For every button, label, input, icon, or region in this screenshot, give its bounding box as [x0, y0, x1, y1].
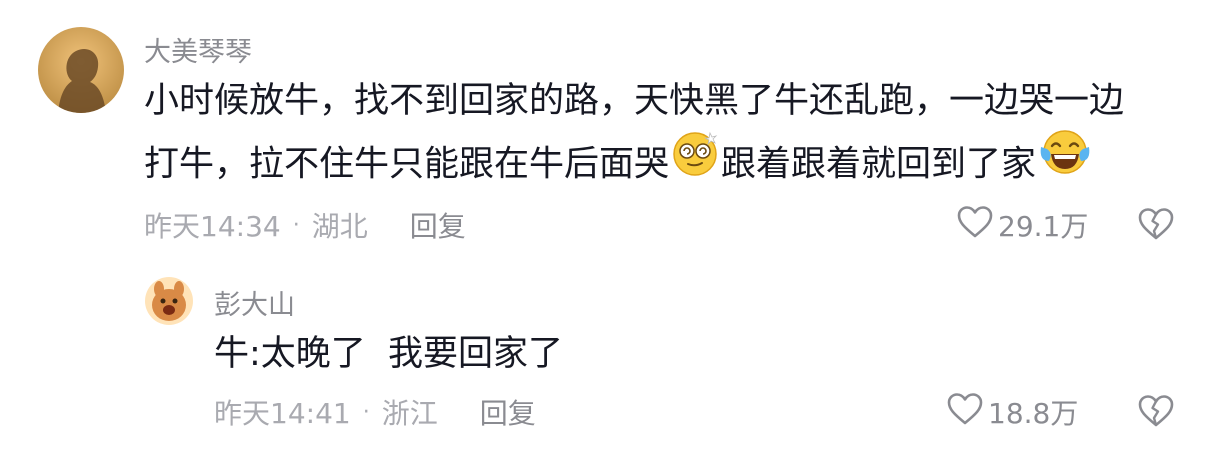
- reply-time: 昨天14:41: [214, 397, 351, 430]
- broken-heart-icon: [1137, 395, 1175, 432]
- reply-text-line: 牛:太晚了 我要回家了: [214, 334, 564, 374]
- comment-text-line: 小时候放牛，找不到回家的路，天快黑了牛还乱跑，一边哭一边: [144, 81, 1125, 121]
- meta-separator: ·: [362, 399, 370, 425]
- heart-icon: [956, 205, 998, 246]
- like-count: 18.8万: [988, 397, 1079, 430]
- tears-of-joy-icon: [1037, 127, 1093, 198]
- reply-button[interactable]: 回复: [480, 392, 536, 432]
- dislike-button[interactable]: [1137, 207, 1175, 245]
- avatar[interactable]: [38, 27, 124, 113]
- comment-text-line: 打牛，拉不住牛只能跟在牛后面哭 跟着跟着就回到了家: [144, 130, 1124, 198]
- reply-button[interactable]: 回复: [410, 205, 466, 245]
- comment-text-segment: 跟着跟着就回到了家: [721, 144, 1037, 185]
- comment-meta: 昨天14:34 · 湖北 回复: [144, 207, 466, 243]
- reply-text: 牛:太晚了 我要回家了: [214, 323, 563, 386]
- comment-location: 湖北: [311, 210, 368, 243]
- meta-separator: ·: [292, 212, 300, 238]
- username[interactable]: 大美琴琴: [144, 30, 252, 69]
- comment-text-segment: 打牛，拉不住牛只能跟在牛后面哭: [144, 144, 670, 185]
- broken-heart-icon: [1137, 208, 1175, 245]
- reply-meta: 昨天14:41 · 浙江 回复: [214, 394, 536, 430]
- like-count: 29.1万: [998, 210, 1089, 243]
- like-button[interactable]: 18.8万: [946, 392, 1078, 432]
- comment-item: 大美琴琴 小时候放牛，找不到回家的路，天快黑了牛还乱跑，一边哭一边 打牛，拉不住…: [0, 0, 1220, 260]
- comment-text: 小时候放牛，找不到回家的路，天快黑了牛还乱跑，一边哭一边 打牛，拉不住牛只能跟在…: [144, 70, 1124, 198]
- like-button[interactable]: 29.1万: [956, 205, 1088, 245]
- heart-icon: [946, 392, 988, 433]
- comment-time: 昨天14:34: [144, 210, 281, 243]
- dislike-button[interactable]: [1137, 394, 1175, 432]
- username[interactable]: 彭大山: [214, 283, 295, 322]
- dizzy-face-icon: [670, 127, 720, 198]
- reply-item: 彭大山 牛:太晚了 我要回家了 昨天14:41 · 浙江 回复 18.8万: [0, 260, 1220, 456]
- avatar[interactable]: [145, 277, 193, 325]
- reply-location: 浙江: [381, 397, 438, 430]
